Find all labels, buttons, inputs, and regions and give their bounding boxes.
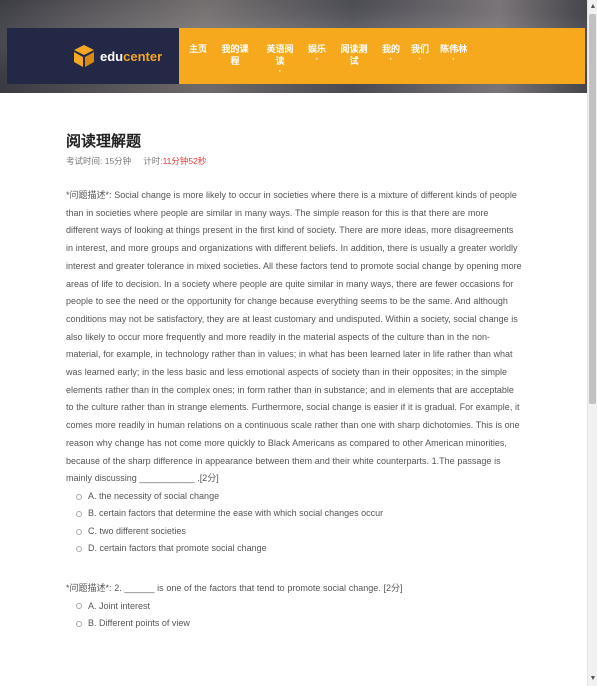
exam-duration: 考试时间: 15分钟 bbox=[66, 156, 132, 166]
radio-icon[interactable] bbox=[76, 603, 82, 610]
exam-meta: 考试时间: 15分钟 计时:11分钟52秒 bbox=[66, 155, 522, 167]
question-2-text: *问题描述*: 2. ______ is one of the factors … bbox=[66, 582, 403, 593]
scroll-up-arrow-icon[interactable]: ▲ bbox=[589, 2, 597, 12]
educenter-logo-icon bbox=[74, 45, 94, 67]
question-2-option-b[interactable]: B. Different points of view bbox=[66, 615, 522, 633]
nav-item-user[interactable]: 陈伟林 · bbox=[440, 43, 467, 64]
question-1-option-a[interactable]: A. the necessity of social change bbox=[66, 488, 522, 506]
radio-icon[interactable] bbox=[76, 493, 82, 500]
nav-item-my-courses[interactable]: 我的课程 bbox=[218, 43, 252, 67]
nav-item-english-reading[interactable]: 英语阅读 · bbox=[263, 43, 297, 76]
question-2: *问题描述*: 2. ______ is one of the factors … bbox=[66, 580, 522, 633]
scroll-down-arrow-icon[interactable]: ▼ bbox=[589, 674, 597, 684]
scroll-thumb[interactable] bbox=[589, 14, 596, 404]
question-1-text: *问题描述*: Social change is more likely to … bbox=[66, 190, 522, 484]
page-title: 阅读理解题 bbox=[66, 133, 142, 150]
timer-label: 计时: bbox=[143, 156, 163, 166]
question-2-option-a[interactable]: A. Joint interest bbox=[66, 598, 522, 616]
timer-value: 11分钟52秒 bbox=[162, 156, 207, 166]
question-1-option-c[interactable]: C. two different societies bbox=[66, 523, 522, 541]
top-navbar: educenter 主页 我的课程 英语阅读 · 娱乐 · 阅读测试 我的 · 我们 ·… bbox=[7, 28, 585, 84]
radio-icon[interactable] bbox=[76, 620, 82, 627]
nav-item-entertainment[interactable]: 娱乐 · bbox=[308, 43, 326, 64]
radio-icon[interactable] bbox=[76, 528, 82, 535]
radio-icon[interactable] bbox=[76, 546, 82, 553]
vertical-scrollbar[interactable]: ▲ ▼ bbox=[587, 0, 597, 686]
nav-item-home[interactable]: 主页 bbox=[189, 43, 207, 55]
question-1-option-d[interactable]: D. certain factors that promote social c… bbox=[66, 540, 522, 558]
exam-content: 阅读理解题 考试时间: 15分钟 计时:11分钟52秒 *问题描述*: Socia… bbox=[66, 130, 522, 633]
nav-item-reading-test[interactable]: 阅读测试 bbox=[337, 43, 371, 67]
brand-name: educenter bbox=[100, 48, 163, 64]
brand-logo[interactable]: educenter bbox=[7, 28, 179, 84]
question-1-options: A. the necessity of social change B. cer… bbox=[66, 488, 522, 558]
question-1: *问题描述*: Social change is more likely to … bbox=[66, 187, 522, 558]
question-2-options: A. Joint interest B. Different points of… bbox=[66, 598, 522, 633]
nav-item-about-us[interactable]: 我们 · bbox=[411, 43, 429, 64]
main-menu: 主页 我的课程 英语阅读 · 娱乐 · 阅读测试 我的 · 我们 · 陈伟林 · bbox=[179, 28, 585, 84]
question-1-option-b[interactable]: B. certain factors that determine the ea… bbox=[66, 505, 522, 523]
radio-icon[interactable] bbox=[76, 511, 82, 518]
nav-item-mine[interactable]: 我的 · bbox=[382, 43, 400, 64]
